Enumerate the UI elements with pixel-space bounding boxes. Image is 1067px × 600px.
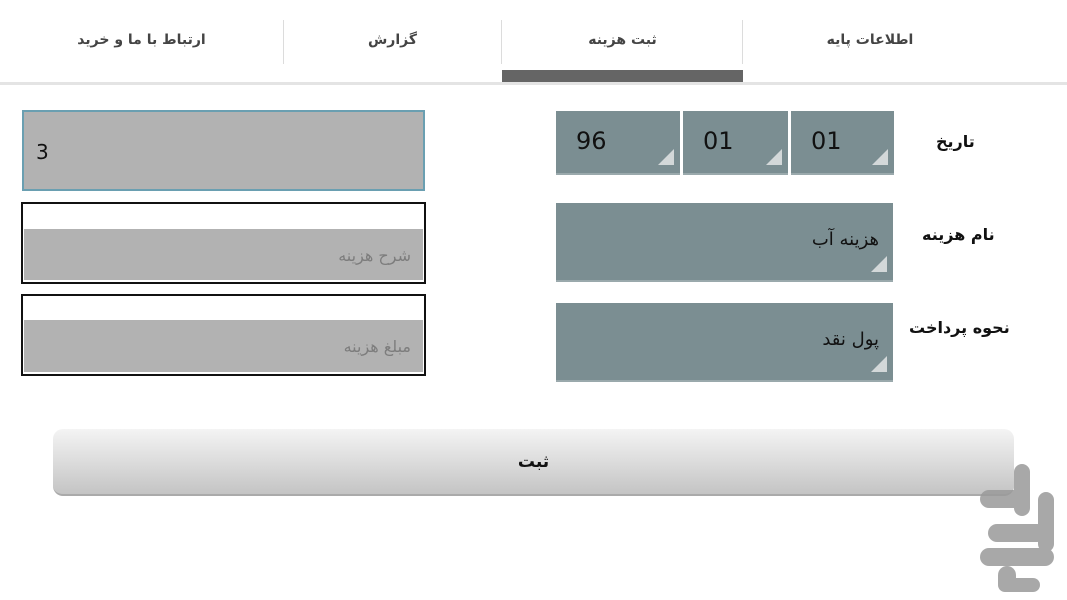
tab-register-expense[interactable]: ثبت هزینه bbox=[502, 0, 743, 82]
tab-contact-purchase-label: ارتباط با ما و خرید bbox=[77, 32, 206, 48]
expense-name-label: نام هزینه bbox=[922, 225, 995, 244]
date-year-value: 96 bbox=[576, 127, 607, 155]
date-month-spinner[interactable]: 01 bbox=[683, 111, 788, 175]
date-day-value: 01 bbox=[811, 127, 842, 155]
payment-method-spinner[interactable]: پول نقد bbox=[556, 303, 893, 382]
spinner-corner-icon bbox=[766, 149, 782, 165]
tab-contact-purchase[interactable]: ارتباط با ما و خرید bbox=[0, 0, 283, 82]
amount-input[interactable]: مبلغ هزینه bbox=[21, 294, 426, 376]
tab-divider bbox=[283, 20, 284, 64]
spinner-corner-icon bbox=[871, 256, 887, 272]
date-label: تاریخ bbox=[936, 132, 975, 151]
submit-button-label: ثبت bbox=[517, 451, 550, 472]
spinner-corner-icon bbox=[871, 356, 887, 372]
expense-name-spinner[interactable]: هزینه آب bbox=[556, 203, 893, 282]
payment-method-value: پول نقد bbox=[822, 329, 879, 350]
tab-divider bbox=[501, 20, 502, 64]
tab-bar: اطلاعات پایه ثبت هزینه گزارش ارتباط با م… bbox=[0, 0, 1067, 85]
tab-report[interactable]: گزارش bbox=[284, 0, 501, 82]
payment-method-label: نحوه پرداخت bbox=[909, 318, 1010, 337]
spinner-corner-icon bbox=[658, 149, 674, 165]
number-input[interactable]: 3 bbox=[22, 110, 425, 191]
spinner-corner-icon bbox=[872, 149, 888, 165]
amount-placeholder: مبلغ هزینه bbox=[343, 337, 411, 356]
app-store-logo-icon bbox=[980, 464, 1054, 592]
date-year-spinner[interactable]: 96 bbox=[556, 111, 680, 175]
description-placeholder: شرح هزینه bbox=[338, 246, 411, 265]
number-input-value: 3 bbox=[36, 140, 49, 164]
submit-button[interactable]: ثبت bbox=[53, 429, 1014, 496]
expense-name-value: هزینه آب bbox=[811, 229, 879, 250]
active-tab-indicator bbox=[502, 70, 743, 82]
date-day-spinner[interactable]: 01 bbox=[791, 111, 894, 175]
tab-register-expense-label: ثبت هزینه bbox=[588, 32, 657, 48]
date-month-value: 01 bbox=[703, 127, 734, 155]
tab-report-label: گزارش bbox=[367, 32, 418, 48]
tab-basic-info-label: اطلاعات پایه bbox=[826, 32, 914, 48]
tab-basic-info[interactable]: اطلاعات پایه bbox=[743, 0, 997, 82]
description-input[interactable]: شرح هزینه bbox=[21, 202, 426, 284]
